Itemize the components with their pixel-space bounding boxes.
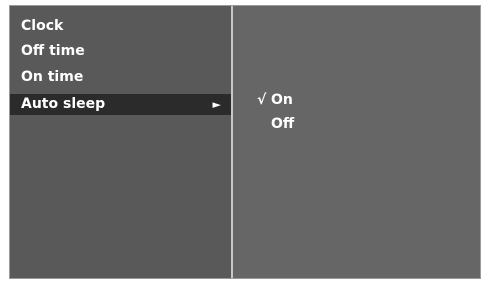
osd-menu-frame: Clock Off time On time Auto sleep ► √ On …	[9, 5, 481, 279]
menu-item-auto-sleep[interactable]: Auto sleep ►	[10, 94, 231, 115]
checkmark-icon: √	[257, 92, 267, 108]
menu-item-label: Auto sleep	[21, 96, 106, 112]
option-on[interactable]: √ On	[257, 90, 377, 110]
submenu-arrow-icon: ►	[212, 98, 221, 111]
main-menu: Clock Off time On time Auto sleep ►	[10, 6, 231, 278]
menu-item-label: Off time	[21, 43, 85, 59]
option-off[interactable]: Off	[257, 114, 377, 134]
option-label: On	[271, 92, 293, 108]
menu-item-off-time[interactable]: Off time	[10, 41, 231, 62]
menu-item-label: On time	[21, 69, 84, 85]
option-label: Off	[271, 116, 295, 132]
menu-item-clock[interactable]: Clock	[10, 16, 231, 37]
menu-item-on-time[interactable]: On time	[10, 67, 231, 88]
menu-item-label: Clock	[21, 18, 64, 34]
submenu-panel: √ On Off	[233, 6, 480, 278]
